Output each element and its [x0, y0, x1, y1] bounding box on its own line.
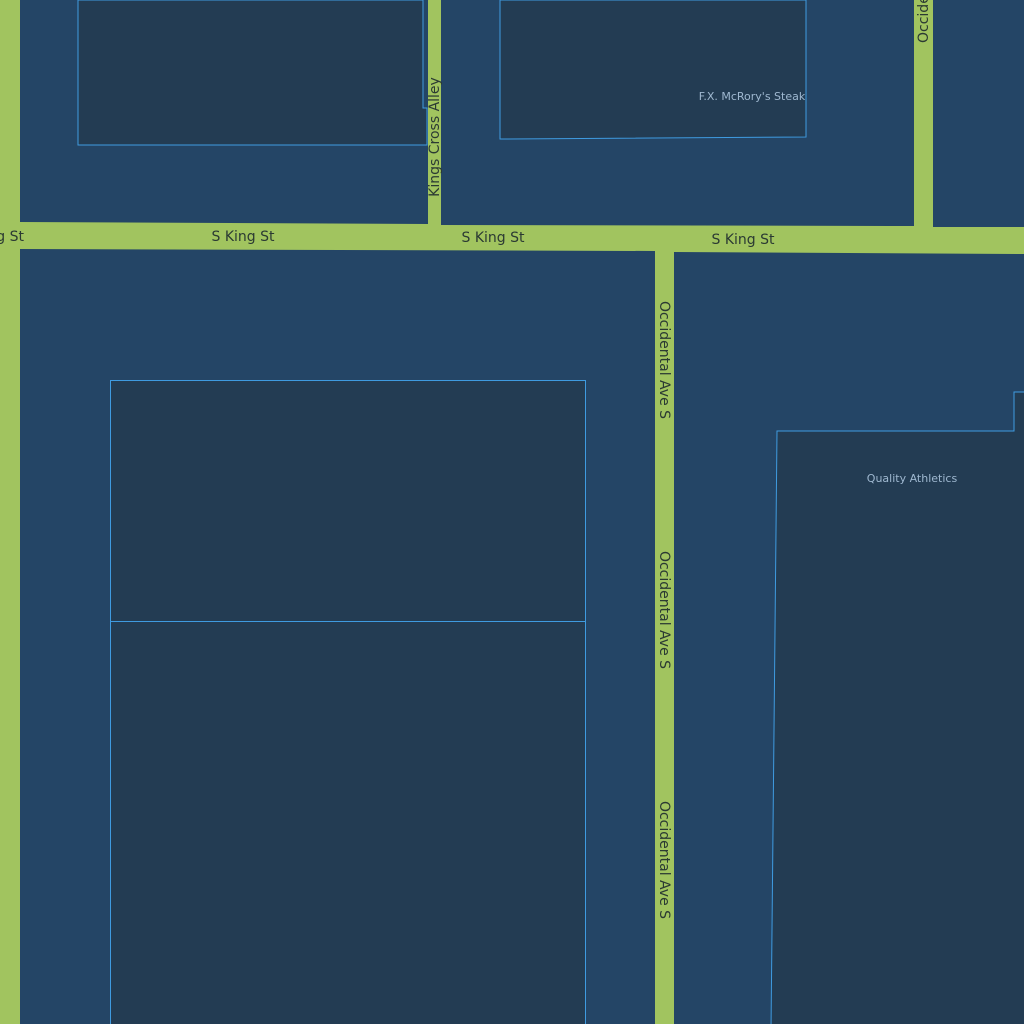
- building-northwest[interactable]: [77, 0, 428, 146]
- street-label-king-1: S King St: [212, 229, 276, 245]
- street-label-occidental-2: Occidental Ave S: [656, 551, 672, 669]
- street-label-king-partial: g St: [0, 229, 25, 245]
- street-label-king-2: S King St: [462, 230, 526, 246]
- building-southwest-upper[interactable]: [110, 380, 586, 622]
- building-fx-mcrorys[interactable]: [499, 0, 807, 140]
- block-northeast[interactable]: [933, 0, 1024, 227]
- street-label-occidental-1: Occidental Ave S: [656, 301, 672, 419]
- map-canvas[interactable]: g St S King St S King St S King St Kings…: [0, 0, 1024, 1024]
- poi-label-fx-mcrorys[interactable]: F.X. McRory's Steak: [699, 90, 806, 103]
- street-label-king-3: S King St: [712, 232, 776, 248]
- building-quality-athletics[interactable]: [770, 391, 1024, 1024]
- street-label-occidental-top: Occide: [916, 0, 932, 43]
- building-southwest-lower[interactable]: [110, 621, 586, 1024]
- street-label-kings-cross-alley: Kings Cross Alley: [427, 77, 443, 197]
- poi-label-quality-athletics[interactable]: Quality Athletics: [867, 472, 958, 485]
- street-label-occidental-3: Occidental Ave S: [656, 801, 672, 919]
